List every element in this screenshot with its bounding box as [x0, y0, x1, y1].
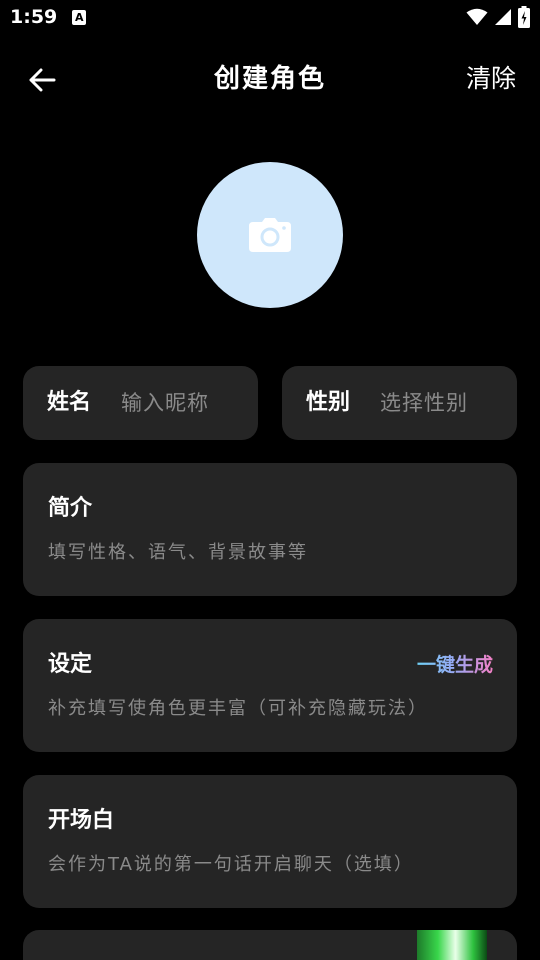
signal-icon [495, 9, 511, 25]
setting-title: 设定 [48, 652, 93, 677]
camera-icon [249, 218, 291, 252]
avatar-upload[interactable] [197, 162, 343, 308]
notification-glyph: A [75, 11, 84, 24]
preview-image [417, 930, 487, 960]
status-icons [466, 6, 530, 28]
page-title: 创建角色 [213, 64, 326, 94]
name-field[interactable]: 姓名 输入昵称 [23, 366, 258, 440]
notification-icon: A [72, 10, 86, 25]
opening-title: 开场白 [48, 808, 115, 833]
setting-field[interactable]: 设定 一键生成 补充填写使角色更丰富（可补充隐藏玩法） [23, 619, 517, 752]
name-input[interactable]: 输入昵称 [121, 388, 209, 418]
clear-button[interactable]: 清除 [466, 60, 516, 98]
battery-charging-icon [518, 6, 530, 28]
status-bar: 1:59 A [0, 0, 540, 36]
auto-generate-button[interactable]: 一键生成 [417, 649, 493, 681]
setting-input[interactable]: 补充填写使角色更丰富（可补充隐藏玩法） [48, 695, 428, 723]
next-field-card[interactable] [23, 930, 517, 960]
name-label: 姓名 [47, 390, 92, 415]
intro-field[interactable]: 简介 填写性格、语气、背景故事等 [23, 463, 517, 596]
gender-label: 性别 [306, 390, 351, 415]
status-time: 1:59 [10, 6, 58, 28]
intro-title: 简介 [48, 496, 93, 521]
gender-select[interactable]: 选择性别 [380, 388, 468, 418]
wifi-icon [466, 8, 488, 25]
gender-field[interactable]: 性别 选择性别 [282, 366, 517, 440]
header: 创建角色 清除 [0, 50, 540, 108]
intro-input[interactable]: 填写性格、语气、背景故事等 [48, 539, 308, 567]
opening-field[interactable]: 开场白 会作为TA说的第一句话开启聊天（选填） [23, 775, 517, 908]
opening-input[interactable]: 会作为TA说的第一句话开启聊天（选填） [48, 851, 414, 879]
